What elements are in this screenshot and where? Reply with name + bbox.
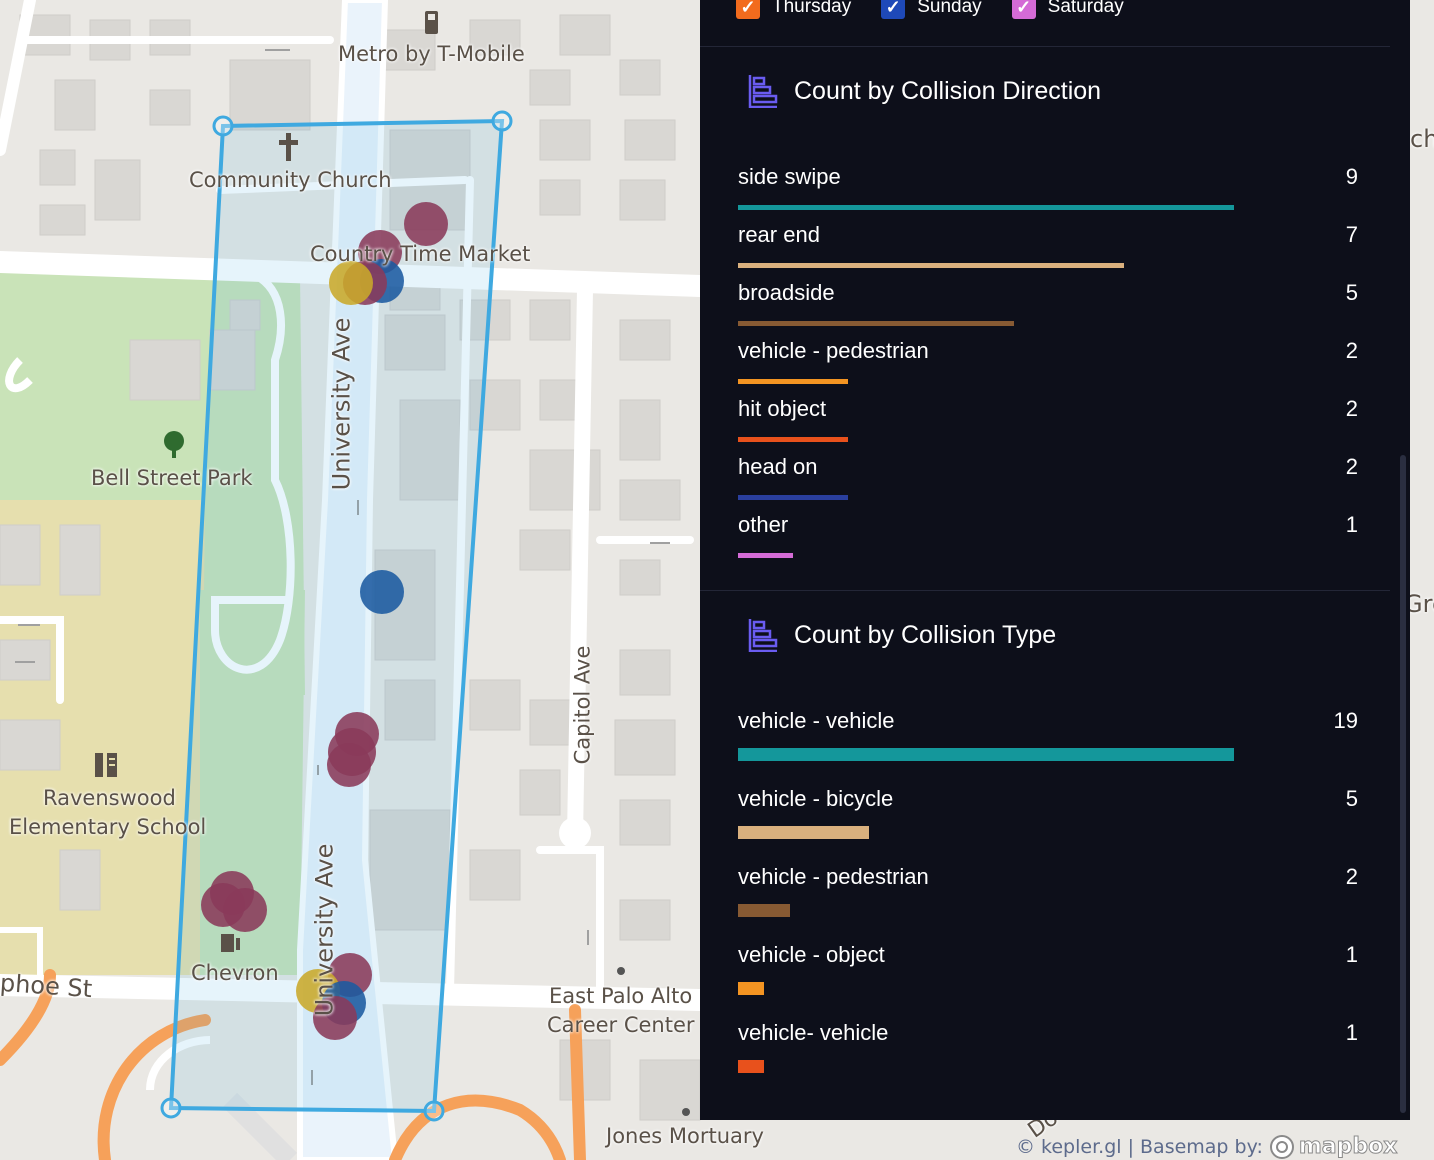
bar-label: hit object (738, 396, 827, 421)
bar-value: 7 (1345, 222, 1358, 247)
bar-value: 19 (1333, 708, 1358, 733)
map-attribution: © kepler.gl | Basemap by: mapbox (1016, 1133, 1398, 1160)
section-header-collision-type: Count by Collision Type (748, 618, 1056, 652)
checkbox-checked-icon[interactable]: ✓ (881, 0, 906, 19)
bar-row[interactable]: vehicle- vehicle 1 (738, 1020, 1358, 1073)
mapbox-icon (1269, 1134, 1294, 1159)
checkbox-checked-icon[interactable]: ✓ (736, 0, 760, 19)
bar-row[interactable]: side swipe 9 (738, 164, 1358, 210)
university-ave-label: University Ave (310, 843, 339, 1017)
bar-row[interactable]: head on 2 (738, 454, 1358, 500)
bar-value: 9 (1345, 164, 1358, 189)
capitol-ave-label: Capitol Ave (570, 645, 595, 765)
bar-label: vehicle - vehicle (738, 708, 895, 733)
bar-label: vehicle - bicycle (738, 786, 894, 811)
legend-item-sunday[interactable]: ✓ Sunday (881, 0, 982, 19)
bar-row[interactable]: broadside 5 (738, 280, 1358, 326)
bar-value: 5 (1345, 786, 1358, 811)
bar[interactable] (738, 826, 869, 839)
bar-label: other (738, 512, 789, 537)
polygon-vertex-handle (160, 1097, 182, 1119)
bar[interactable] (738, 982, 764, 995)
bar-label: broadside (738, 280, 835, 305)
bar-row[interactable]: rear end 7 (738, 222, 1358, 268)
east-palo-alto-label: East Palo Alto (549, 984, 693, 1008)
bar-value: 2 (1345, 396, 1358, 421)
mapbox-logo[interactable]: mapbox (1269, 1134, 1398, 1160)
bar[interactable] (738, 205, 1234, 210)
bar-row[interactable]: vehicle - vehicle 19 (738, 708, 1358, 761)
section-header-collision-direction: Count by Collision Direction (748, 74, 1101, 108)
bar-row[interactable]: vehicle - pedestrian 2 (738, 864, 1358, 917)
bar-row[interactable]: other 1 (738, 512, 1358, 558)
bar[interactable] (738, 495, 848, 500)
edge-label: ch (1410, 125, 1434, 153)
panel-scrollbar[interactable] (1400, 455, 1406, 1113)
bar-value: 2 (1345, 454, 1358, 479)
section-title: Count by Collision Type (794, 620, 1057, 649)
bar-chart-icon (748, 619, 778, 652)
weekday-filter-legend: ✓ Thursday ✓ Sunday ✓ Saturday (736, 0, 1124, 19)
section-divider (700, 46, 1390, 47)
bar-label: vehicle - object (738, 942, 885, 967)
bar[interactable] (738, 263, 1124, 268)
bar-value: 1 (1345, 512, 1358, 537)
bar-label: head on (738, 454, 818, 479)
polygon-vertex-handle (423, 1100, 445, 1122)
mapbox-wordmark: mapbox (1298, 1134, 1398, 1160)
chevron-label: Chevron (191, 961, 279, 985)
ravenswood-label: Ravenswood (43, 786, 176, 810)
bar[interactable] (738, 321, 1014, 326)
bar-value: 5 (1345, 280, 1358, 305)
legend-item-saturday[interactable]: ✓ Saturday (1011, 0, 1124, 19)
community-church-label: Community Church (189, 168, 392, 192)
bar-value: 2 (1345, 864, 1358, 889)
checkbox-checked-icon[interactable]: ✓ (1011, 0, 1036, 19)
bar[interactable] (738, 379, 848, 384)
bar-label: side swipe (738, 164, 841, 189)
elementary-school-label: Elementary School (9, 815, 207, 839)
legend-label: Sunday (917, 0, 982, 17)
legend-item-thursday[interactable]: ✓ Thursday (736, 0, 852, 19)
section-divider (700, 590, 1390, 591)
country-time-market-label: Country Time Market (310, 242, 531, 266)
bar-label: vehicle- vehicle (738, 1020, 889, 1045)
bar-chart-icon (748, 75, 778, 108)
bar-value: 1 (1345, 1020, 1358, 1045)
bar-row[interactable]: vehicle - object 1 (738, 942, 1358, 995)
career-center-label: Career Center (547, 1013, 695, 1037)
legend-label: Saturday (1047, 0, 1124, 17)
bar-label: vehicle - pedestrian (738, 864, 929, 889)
bar[interactable] (738, 437, 848, 442)
bar-row[interactable]: hit object 2 (738, 396, 1358, 442)
section-title: Count by Collision Direction (794, 76, 1102, 105)
bar[interactable] (738, 748, 1234, 761)
kepler-attribution-link[interactable]: © kepler.gl | Basemap by: (1016, 1136, 1263, 1158)
bar[interactable] (738, 1060, 764, 1073)
bell-street-park-label: Bell Street Park (91, 466, 253, 490)
jones-mortuary-label: Jones Mortuary (606, 1124, 764, 1148)
bar[interactable] (738, 904, 790, 917)
bar-row[interactable]: vehicle - bicycle 5 (738, 786, 1358, 839)
phone-store-icon (425, 11, 438, 34)
legend-label: Thursday (772, 0, 852, 17)
university-ave-label: University Ave (327, 317, 356, 491)
bar-value: 2 (1345, 338, 1358, 363)
bar-row[interactable]: vehicle - pedestrian 2 (738, 338, 1358, 384)
bar-label: rear end (738, 222, 820, 247)
metro-label: Metro by T-Mobile (338, 42, 525, 66)
polygon-vertex-handle (212, 115, 234, 137)
bar-value: 1 (1345, 942, 1358, 967)
bar[interactable] (738, 553, 793, 558)
widget-panel: ✓ Thursday ✓ Sunday ✓ Saturday Count by … (700, 0, 1410, 1120)
bar-label: vehicle - pedestrian (738, 338, 929, 363)
polygon-vertex-handle (491, 110, 513, 132)
